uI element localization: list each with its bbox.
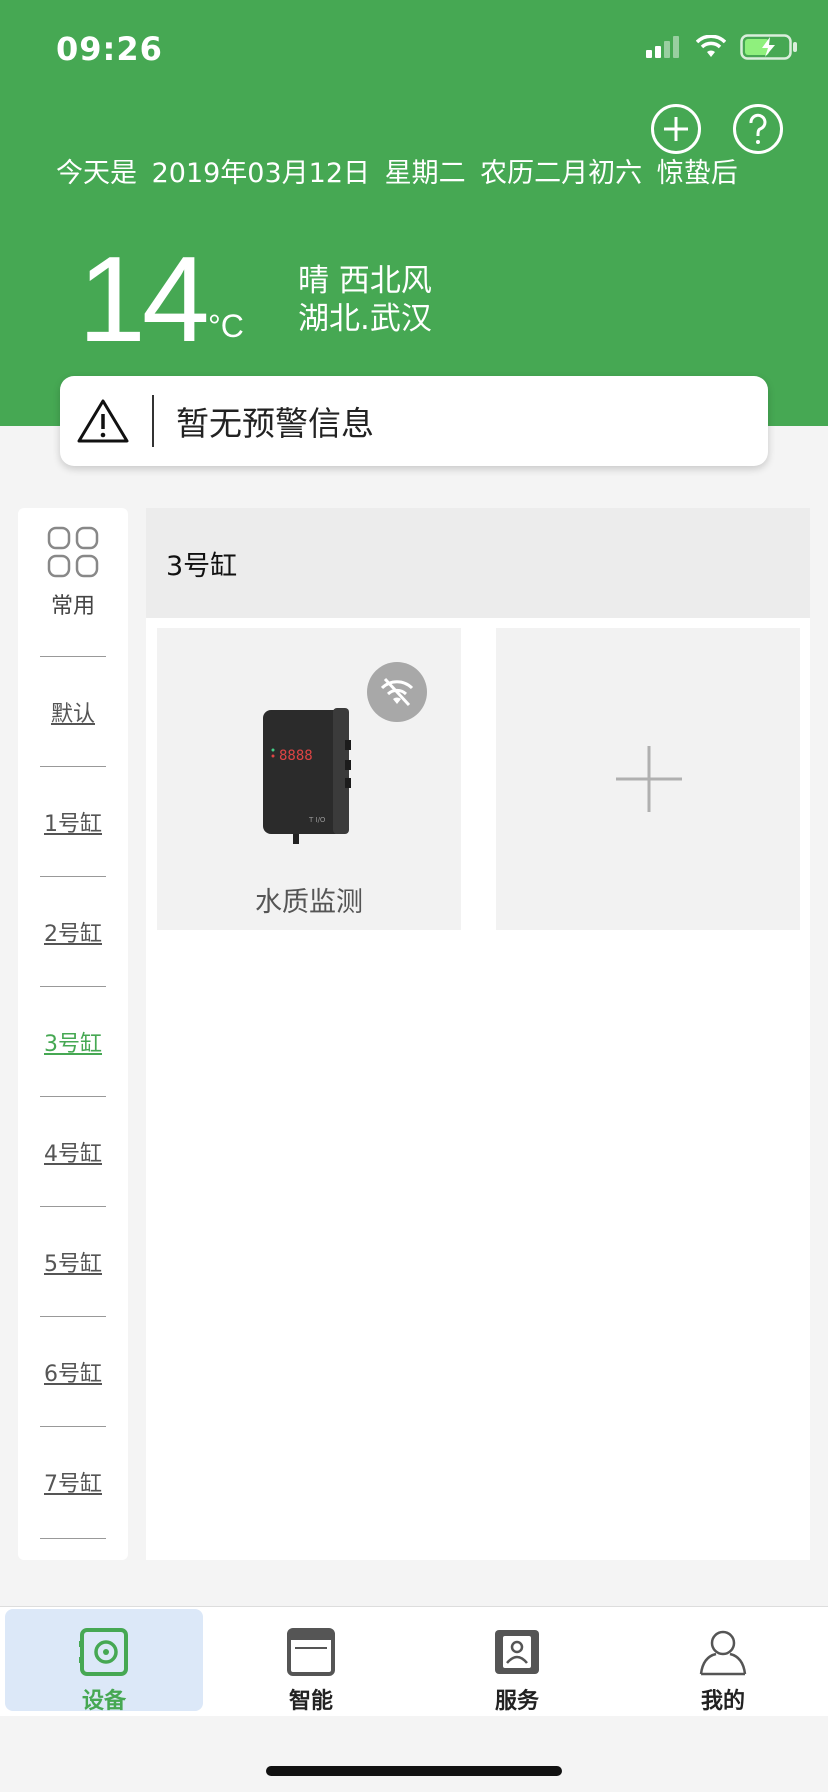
device-safe-icon [79, 1628, 128, 1676]
sidebar-item-tank-2[interactable]: 2号缸 [40, 876, 106, 986]
contact-card-icon [495, 1630, 539, 1674]
device-card-water-quality[interactable]: 8888 T I/O 水质监测 [157, 628, 461, 930]
sidebar-item-label: 5号缸 [44, 1251, 102, 1277]
temperature-unit: °C [208, 308, 244, 344]
location: 湖北.武汉 [298, 301, 432, 337]
device-display-text: 8888 [279, 748, 313, 764]
sidebar-item-label: 3号缸 [44, 1031, 102, 1057]
wifi-off-icon [380, 677, 414, 707]
panel-header: 3号缸 [146, 508, 810, 618]
offline-badge [367, 662, 427, 722]
grid-icon [47, 526, 99, 578]
wifi-icon [696, 35, 726, 57]
weather-condition: 晴 西北风 [298, 263, 432, 299]
temperature: 14 [78, 231, 210, 367]
weather-info: 晴 西北风 湖北.武汉 [298, 262, 432, 338]
sidebar-item-label: 7号缸 [44, 1471, 102, 1497]
home-indicator[interactable] [266, 1766, 562, 1776]
warning-triangle-icon [77, 399, 129, 443]
tab-device[interactable]: 设备 [5, 1609, 203, 1714]
tab-label: 服务 [494, 1689, 539, 1714]
help-button[interactable] [733, 104, 783, 154]
sidebar-item-default[interactable]: 默认 [40, 656, 106, 766]
sidebar-item-label: 4号缸 [44, 1141, 102, 1167]
device-label: 水质监测 [255, 887, 363, 918]
status-time: 09:26 [56, 30, 163, 68]
app-screen: 09:26 今天是 2019年03月12日 星期二 农历二月初六 惊蛰后 14 … [0, 0, 828, 1792]
alert-banner[interactable]: 暂无预警信息 [60, 376, 768, 466]
weather-header: 09:26 今天是 2019年03月12日 星期二 农历二月初六 惊蛰后 14 … [0, 0, 828, 426]
sidebar-item-label: 2号缸 [44, 921, 102, 947]
panel-title: 3号缸 [166, 551, 238, 582]
status-icons [646, 34, 798, 60]
sidebar-common-label: 常用 [50, 594, 95, 619]
signal-icon [646, 36, 679, 58]
sidebar-item-tank-3[interactable]: 3号缸 [40, 986, 106, 1096]
tab-label: 设备 [81, 1689, 126, 1714]
sidebar-item-tank-1[interactable]: 1号缸 [40, 766, 106, 876]
sidebar-item-label: 6号缸 [44, 1361, 102, 1387]
group-sidebar: 常用 默认 1号缸 2号缸 3号缸 4号缸 5号缸 6号缸 7号缸 [18, 508, 128, 1560]
tab-service[interactable]: 服务 [418, 1609, 616, 1714]
sidebar-item-tank-4[interactable]: 4号缸 [40, 1096, 106, 1206]
sidebar-item-label: 默认 [50, 701, 95, 727]
tab-mine[interactable]: 我的 [624, 1609, 822, 1714]
sidebar-common[interactable]: 常用 [18, 526, 128, 620]
plus-circle-icon [664, 117, 688, 141]
tab-label: 我的 [700, 1689, 745, 1714]
bottom-nav: 设备 智能 服务 我的 [0, 1606, 828, 1716]
tab-label: 智能 [288, 1689, 333, 1714]
tab-smart[interactable]: 智能 [212, 1609, 410, 1714]
question-circle-icon [749, 113, 767, 144]
sidebar-item-label: 1号缸 [44, 811, 102, 837]
sidebar-item-tank-7[interactable]: 7号缸 [40, 1426, 106, 1536]
sidebar-item-tank-5[interactable]: 5号缸 [40, 1206, 106, 1316]
battery-charging-icon [740, 34, 797, 60]
date-line: 今天是 2019年03月12日 星期二 农历二月初六 惊蛰后 [56, 158, 738, 189]
plus-icon [616, 746, 682, 812]
add-device-button[interactable] [651, 104, 701, 154]
sidebar-divider [40, 1538, 106, 1539]
window-icon [287, 1628, 335, 1676]
water-monitor-device-icon: 8888 T I/O [263, 708, 351, 844]
sidebar-item-tank-6[interactable]: 6号缸 [40, 1316, 106, 1426]
user-icon [699, 1630, 747, 1676]
svg-text:T I/O: T I/O [308, 816, 326, 824]
add-device-card[interactable] [496, 628, 800, 930]
device-panel: 3号缸 8888 T I/O 水质监测 [146, 508, 810, 1560]
alert-divider [152, 395, 154, 447]
alert-text: 暂无预警信息 [176, 404, 374, 443]
